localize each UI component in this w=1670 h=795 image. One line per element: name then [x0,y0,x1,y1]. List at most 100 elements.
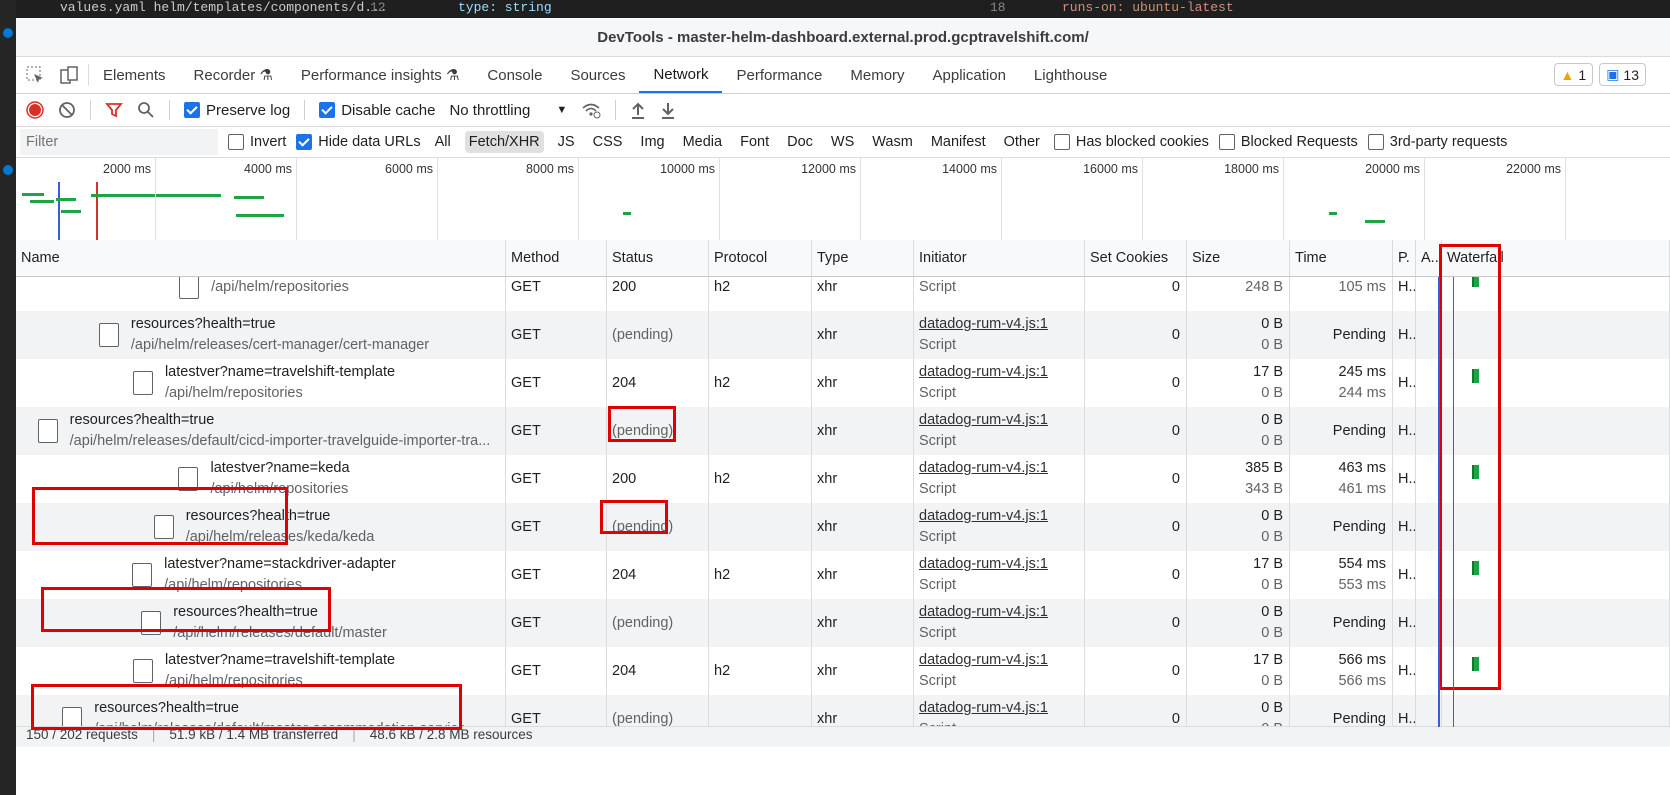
request-initiator[interactable]: datadog-rum-v4.js:1Script [914,311,1085,359]
column-header-status[interactable]: Status [607,240,709,276]
type-filter-other[interactable]: Other [1000,131,1044,153]
table-row[interactable]: /api/helm/repositories GET 200 h2 xhr Script 0… [16,277,1670,311]
tab-performance-insights[interactable]: Performance insights ⚗ [287,57,474,93]
request-initiator[interactable]: datadog-rum-v4.js:1Script [914,503,1085,551]
request-initiator[interactable]: datadog-rum-v4.js:1Script [914,647,1085,695]
type-filter-ws[interactable]: WS [827,131,858,153]
request-initiator[interactable]: datadog-rum-v4.js:1Script [914,455,1085,503]
type-filter-all[interactable]: All [431,131,455,153]
import-har-icon[interactable] [630,101,646,119]
request-initiator[interactable]: Script [914,277,1085,311]
disable-cache-checkbox[interactable]: Disable cache [319,102,435,119]
type-filter-img[interactable]: Img [636,131,668,153]
tab-performance[interactable]: Performance [722,57,836,93]
request-protocol: h2 [709,359,812,407]
request-name-cell[interactable]: /api/helm/repositories [16,277,506,311]
export-har-icon[interactable] [660,101,676,119]
table-row[interactable]: resources?health=true/api/helm/releases/… [16,407,1670,455]
request-initiator-primary[interactable]: datadog-rum-v4.js:1 [919,314,1084,335]
type-filter-fetch-xhr[interactable]: Fetch/XHR [464,131,544,153]
column-header-time[interactable]: Time [1290,240,1393,276]
throttling-select[interactable]: No throttling ▼ [449,102,567,119]
checkbox-unchecked[interactable] [1367,134,1384,150]
tab-memory[interactable]: Memory [836,57,918,93]
type-filter-doc[interactable]: Doc [783,131,817,153]
request-initiator-primary[interactable]: datadog-rum-v4.js:1 [919,458,1084,479]
request-initiator-primary[interactable]: datadog-rum-v4.js:1 [919,602,1084,623]
has-blocked-cookies-checkbox[interactable]: Has blocked cookies [1053,134,1209,150]
tab-recorder[interactable]: Recorder ⚗ [180,57,287,93]
request-method-primary: GET [511,278,541,295]
hide-data-urls-checkbox[interactable]: Hide data URLs [296,134,421,150]
type-filter-wasm[interactable]: Wasm [868,131,917,153]
checkbox-unchecked[interactable] [1053,134,1070,150]
request-initiator-primary[interactable]: datadog-rum-v4.js:1 [919,698,1084,719]
warnings-badge[interactable]: ▲ 1 [1553,63,1594,86]
column-header-initiator[interactable]: Initiator [914,240,1085,276]
type-filter-css[interactable]: CSS [589,131,627,153]
clear-icon[interactable] [58,101,76,119]
tab-console[interactable]: Console [473,57,556,93]
request-status-primary: 204 [612,374,637,391]
column-header-priority[interactable]: P. [1393,240,1416,276]
request-name-cell[interactable]: latestver?name=travelshift-template/api/… [16,359,506,407]
request-method-primary: GET [511,614,541,631]
column-header-set-cookies[interactable]: Set Cookies [1085,240,1187,276]
type-filter-font[interactable]: Font [736,131,773,153]
request-initiator[interactable]: datadog-rum-v4.js:1Script [914,551,1085,599]
request-initiator[interactable]: datadog-rum-v4.js:1Script [914,407,1085,455]
request-name-cell[interactable]: resources?health=true/api/helm/releases/… [16,407,506,455]
device-toolbar-icon[interactable] [60,66,78,84]
request-initiator-primary[interactable]: datadog-rum-v4.js:1 [919,362,1084,383]
request-initiator[interactable]: datadog-rum-v4.js:1Script [914,599,1085,647]
request-set-cookies-primary: 0 [1171,470,1180,487]
type-filter-js[interactable]: JS [554,131,579,153]
flask-icon: ⚗ [445,67,460,84]
table-row[interactable]: resources?health=true/api/helm/releases/… [16,311,1670,359]
checkbox-checked[interactable] [319,102,336,118]
preserve-log-checkbox[interactable]: Preserve log [184,102,290,119]
column-header-protocol[interactable]: Protocol [709,240,812,276]
tab-elements[interactable]: Elements [89,57,180,93]
table-row[interactable]: latestver?name=travelshift-template/api/… [16,359,1670,407]
tab-lighthouse[interactable]: Lighthouse [1020,57,1121,93]
filter-icon[interactable] [105,101,123,119]
overview-tick-label: 12000 ms [801,162,856,176]
request-type-primary: xhr [817,710,838,727]
tab-application[interactable]: Application [919,57,1020,93]
type-filter-media[interactable]: Media [679,131,727,153]
column-header-method[interactable]: Method [506,240,607,276]
checkbox-unchecked[interactable] [1218,134,1235,150]
request-protocol: h2 [709,647,812,695]
request-initiator-primary[interactable]: datadog-rum-v4.js:1 [919,410,1084,431]
column-header-size[interactable]: Size [1187,240,1290,276]
request-name-cell[interactable]: resources?health=true/api/helm/releases/… [16,311,506,359]
request-initiator[interactable]: datadog-rum-v4.js:1Script [914,695,1085,727]
third-party-requests-checkbox[interactable]: 3rd-party requests [1367,134,1507,150]
request-initiator-primary[interactable]: datadog-rum-v4.js:1 [919,506,1084,527]
filter-input[interactable] [20,129,218,155]
request-path-text: /api/helm/releases/default/cicd-importer… [69,433,491,449]
tab-network[interactable]: Network [639,57,723,93]
overview-tick-label: 6000 ms [385,162,433,176]
record-icon[interactable] [26,101,44,119]
request-type: xhr [812,599,914,647]
checkbox-checked[interactable] [296,134,313,150]
request-initiator-primary[interactable]: datadog-rum-v4.js:1 [919,650,1084,671]
invert-checkbox[interactable]: Invert [228,134,286,150]
request-initiator[interactable]: datadog-rum-v4.js:1Script [914,359,1085,407]
request-size-primary: 17 B [1253,652,1283,668]
type-filter-manifest[interactable]: Manifest [927,131,990,153]
blocked-requests-checkbox[interactable]: Blocked Requests [1218,134,1358,150]
checkbox-unchecked[interactable] [228,134,244,150]
tab-sources[interactable]: Sources [556,57,639,93]
column-header-name[interactable]: Name [16,240,506,276]
network-conditions-icon[interactable] [581,101,601,119]
search-icon[interactable] [137,101,155,119]
checkbox-checked[interactable] [184,102,200,118]
request-type: xhr [812,695,914,727]
messages-badge[interactable]: ▣ 13 [1599,63,1646,86]
inspect-element-icon[interactable] [26,66,44,84]
request-initiator-primary[interactable]: datadog-rum-v4.js:1 [919,554,1084,575]
column-header-type[interactable]: Type [812,240,914,276]
